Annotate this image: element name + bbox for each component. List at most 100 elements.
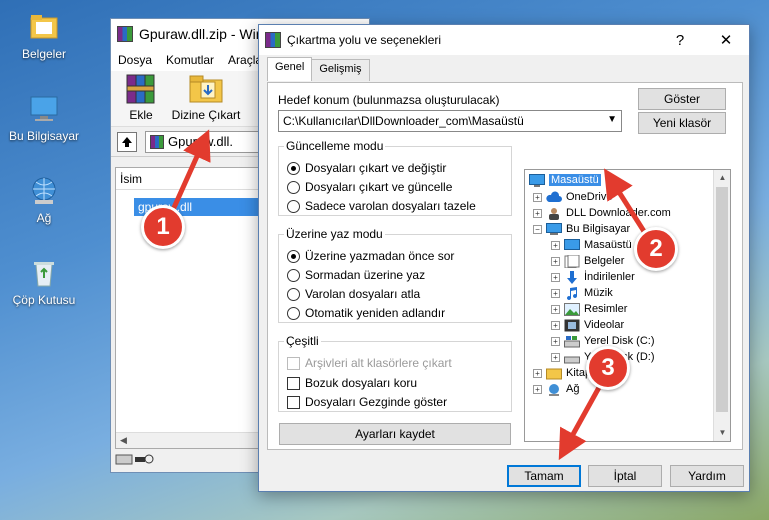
tree-item-desktop[interactable]: + Masaüstü [551,237,632,253]
help-button[interactable]: Yardım [670,465,744,487]
cloud-icon [546,190,562,202]
scroll-up-icon[interactable]: ▲ [714,170,730,186]
expand-icon[interactable]: + [551,272,560,282]
expand-icon[interactable]: + [551,352,560,362]
annotation-badge-2: 2 [634,227,678,271]
overwrite-mode-title: Üzerine yaz modu [286,227,383,241]
folder-tree[interactable]: Masaüstü + OneDrive + DLL Downloader.com… [524,169,731,442]
tree-item-label: Videolar [584,319,625,331]
winrar-books-icon [121,71,161,105]
update-mode-title: Güncelleme modu [286,139,384,153]
scroll-down-icon[interactable]: ▼ [714,425,730,441]
status-bar [115,450,175,468]
folder-icon [27,10,61,44]
music-note-icon [567,286,578,300]
checkbox-keep-broken[interactable]: Bozuk dosyaları koru [287,376,417,390]
tree-item-label: DLL Downloader.com [566,207,671,219]
expand-icon[interactable]: + [533,192,542,202]
tree-item-videos[interactable]: + Videolar [551,317,624,333]
dialog-title: Çıkartma yolu ve seçenekleri [287,33,442,47]
drive-key-icon [115,454,154,465]
extraction-dialog: Çıkartma yolu ve seçenekleri ? ✕ Genel G… [258,24,750,492]
add-button[interactable]: Ekle [111,71,171,122]
tree-item-pictures[interactable]: + Resimler [551,301,627,317]
radio-extract-replace[interactable]: Dosyaları çıkart ve değiştir [287,161,446,175]
close-icon[interactable]: ✕ [703,25,749,55]
tree-item-desktop-root[interactable]: Masaüstü [529,172,601,188]
annotation-badge-1: 1 [141,205,185,249]
new-folder-button[interactable]: Yeni klasör [638,112,726,134]
radio-label: Üzerine yazmadan önce sor [305,249,455,263]
tree-item-downloads[interactable]: + İndirilenler [551,269,635,285]
network-icon [549,383,559,396]
up-arrow-icon [122,136,132,147]
expand-icon[interactable]: + [551,320,560,330]
misc-title: Çeşitli [286,334,319,348]
show-button[interactable]: Göster [638,88,726,110]
expand-icon[interactable]: + [533,368,542,378]
radio-icon [287,268,300,282]
menu-commands[interactable]: Komutlar [159,53,221,67]
target-path-value: C:\Kullanıcılar\DllDownloader_com\Masaüs… [283,114,524,128]
tab-advanced[interactable]: Gelişmiş [311,59,370,81]
checkbox-label: Arşivleri alt klasörlere çıkart [305,356,452,370]
expand-icon[interactable]: + [551,336,560,346]
menu-file[interactable]: Dosya [111,53,159,67]
expand-icon[interactable]: + [551,256,560,266]
tree-item-dll-downloader[interactable]: + DLL Downloader.com [533,205,671,221]
desktop-icon-this-pc[interactable]: Bu Bilgisayar [6,92,82,143]
extract-folder-icon [186,71,226,105]
chevron-down-icon[interactable]: ▼ [607,114,617,125]
tree-vertical-scrollbar[interactable]: ▲ ▼ [713,170,730,441]
overwrite-mode-group: Üzerine yaz modu Üzerine yazmadan önce s… [278,227,512,323]
cancel-button[interactable]: İptal [588,465,662,487]
tree-item-music[interactable]: + Müzik [551,285,613,301]
tree-item-onedrive[interactable]: + OneDrive [533,189,612,205]
expand-icon[interactable]: + [551,240,560,250]
radio-skip-existing[interactable]: Varolan dosyaları atla [287,287,420,301]
ok-button[interactable]: Tamam [507,465,581,487]
radio-icon [287,180,300,194]
radio-fresh-existing[interactable]: Sadece varolan dosyaları tazele [287,199,476,213]
desktop-icon [529,173,545,187]
tab-general[interactable]: Genel [267,57,313,81]
radio-rename-automatically[interactable]: Otomatik yeniden adlandır [287,306,445,320]
tree-item-network[interactable]: + Ağ [533,381,579,397]
checkbox-icon [287,356,300,370]
checkbox-show-in-explorer[interactable]: Dosyaları Gezginde göster [287,395,447,409]
desktop-icon-network[interactable]: Ağ [6,174,82,225]
desktop-icon-documents[interactable]: Belgeler [6,10,82,61]
desktop-icon-label: Bu Bilgisayar [8,129,80,143]
up-folder-button[interactable] [117,131,137,152]
dialog-title-bar[interactable]: Çıkartma yolu ve seçenekleri ? ✕ [259,25,749,55]
winrar-app-icon [117,26,133,42]
help-icon[interactable]: ? [657,25,703,55]
radio-extract-update[interactable]: Dosyaları çıkart ve güncelle [287,180,452,194]
desktop-icon-recycle-bin[interactable]: Çöp Kutusu [6,256,82,307]
save-settings-button[interactable]: Ayarları kaydet [279,423,511,445]
extract-to-button[interactable]: Dizine Çıkart [171,71,241,122]
expand-icon[interactable]: + [533,384,542,394]
expand-icon[interactable]: + [533,208,542,218]
radio-label: Varolan dosyaları atla [305,287,421,301]
target-path-combobox[interactable]: C:\Kullanıcılar\DllDownloader_com\Masaüs… [278,110,622,132]
pictures-icon [564,302,580,316]
winrar-title: Gpuraw.dll.zip - Win [139,26,264,42]
radio-ask-before-overwrite[interactable]: Üzerine yazmadan önce sor [287,249,454,263]
archive-icon [150,134,164,149]
user-icon [549,207,559,220]
tree-item-label: OneDrive [566,191,613,203]
radio-overwrite-without-prompt[interactable]: Sormadan üzerine yaz [287,268,425,282]
extract-to-label: Dizine Çıkart [171,108,241,122]
tree-item-label: Ağ [566,383,580,395]
tree-item-label: İndirilenler [584,271,635,283]
scrollbar-thumb[interactable] [716,187,728,412]
expand-icon[interactable]: + [551,288,560,298]
tree-item-documents[interactable]: + Belgeler [551,253,624,269]
radio-label: Otomatik yeniden adlandır [305,306,446,320]
expand-icon[interactable]: + [551,304,560,314]
tree-item-this-pc[interactable]: − Bu Bilgisayar [533,221,630,237]
film-icon [564,319,580,331]
collapse-icon[interactable]: − [533,224,542,234]
drive-icon [564,356,580,363]
